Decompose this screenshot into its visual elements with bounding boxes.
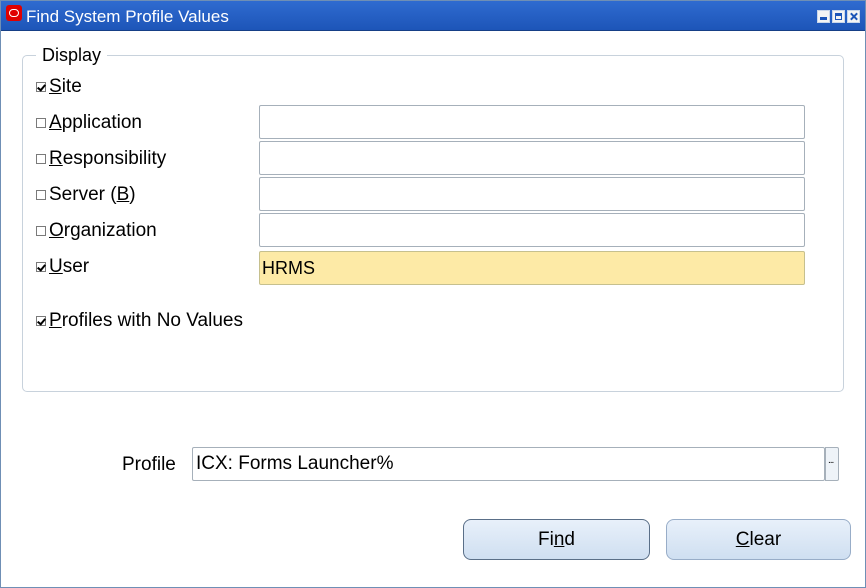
site-checkbox-row[interactable]: Site: [36, 76, 82, 98]
responsibility-field[interactable]: [259, 141, 805, 175]
user-field[interactable]: HRMS: [259, 251, 805, 285]
user-checkbox[interactable]: [36, 262, 46, 272]
responsibility-checkbox-row[interactable]: Responsibility: [36, 148, 166, 170]
responsibility-label: Responsibility: [49, 148, 167, 169]
ellipsis-icon: ...: [828, 455, 834, 466]
server-checkbox[interactable]: [36, 190, 46, 200]
server-field[interactable]: [259, 177, 805, 211]
organization-field[interactable]: [259, 213, 805, 247]
profile-field[interactable]: ICX: Forms Launcher%: [192, 447, 825, 481]
window-controls: [817, 10, 860, 23]
application-label: Application: [49, 112, 142, 133]
close-icon[interactable]: [847, 10, 860, 23]
profile-label: Profile: [122, 454, 176, 475]
organization-label: Organization: [49, 220, 157, 241]
clear-button[interactable]: Clear: [666, 519, 851, 560]
profile-lov-button[interactable]: ...: [825, 447, 839, 481]
application-field[interactable]: [259, 105, 805, 139]
organization-checkbox[interactable]: [36, 226, 46, 236]
profiles-no-values-checkbox-row[interactable]: Profiles with No Values: [36, 310, 243, 332]
profiles-no-values-checkbox[interactable]: [36, 316, 46, 326]
find-button[interactable]: Find: [463, 519, 650, 560]
user-label: User: [49, 256, 90, 277]
server-checkbox-row[interactable]: Server (B): [36, 184, 136, 206]
responsibility-checkbox[interactable]: [36, 154, 46, 164]
organization-checkbox-row[interactable]: Organization: [36, 220, 157, 242]
display-group-label: Display: [36, 45, 108, 65]
maximize-icon[interactable]: [832, 10, 845, 23]
site-checkbox[interactable]: [36, 82, 46, 92]
title-bar[interactable]: Find System Profile Values: [1, 1, 865, 31]
profiles-no-values-label: Profiles with No Values: [49, 310, 243, 331]
server-label: Server (B): [49, 184, 136, 205]
find-system-profile-values-window: Find System Profile Values Display Site …: [0, 0, 866, 588]
application-checkbox-row[interactable]: Application: [36, 112, 142, 134]
window-title: Find System Profile Values: [26, 7, 229, 26]
user-checkbox-row[interactable]: User: [36, 256, 89, 278]
site-label: Site: [49, 76, 82, 97]
minimize-icon[interactable]: [817, 10, 830, 23]
oracle-app-icon: [6, 5, 22, 21]
application-checkbox[interactable]: [36, 118, 46, 128]
